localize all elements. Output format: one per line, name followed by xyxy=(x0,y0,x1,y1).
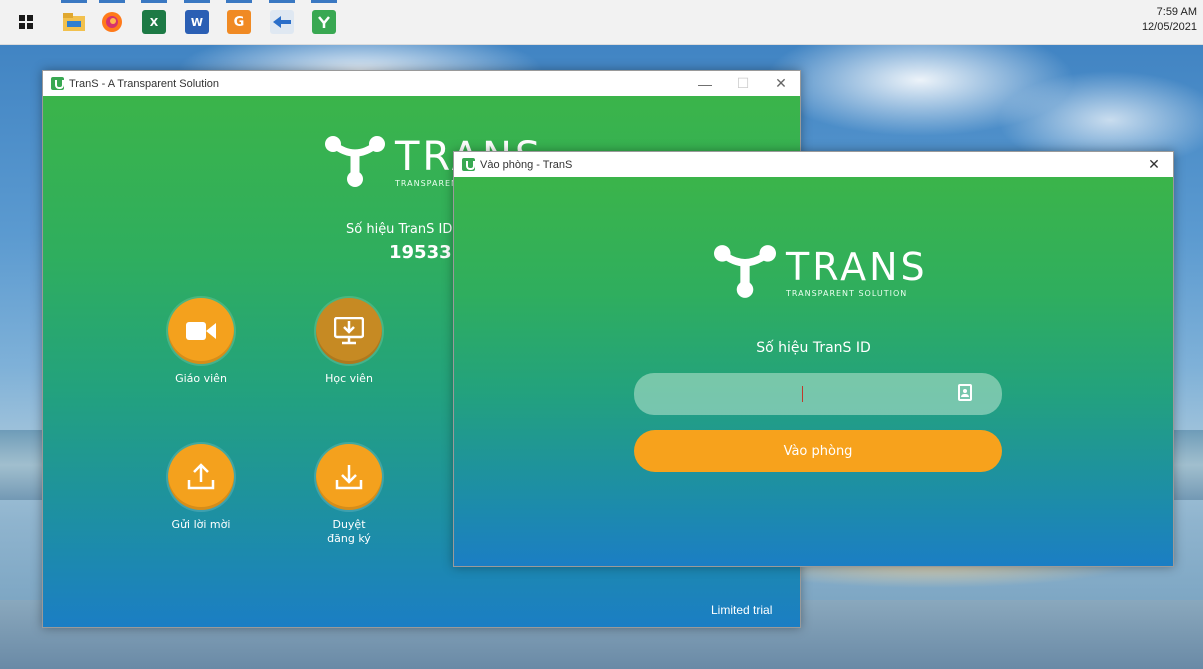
trans-logo: TRANS TRANSPARENT SOLUTION xyxy=(714,245,928,299)
dialog-id-label: Số hiệu TranS ID xyxy=(756,340,871,356)
window-controls: ✕ xyxy=(1135,152,1173,177)
trans-logo-icon xyxy=(462,158,475,171)
taskbar-active-indicator xyxy=(311,0,337,3)
trial-status: Limited trial xyxy=(711,603,773,617)
word-icon[interactable]: W xyxy=(185,10,209,34)
join-room-dialog: Vào phòng - TranS ✕ TRANS TRANSPARENT SO… xyxy=(453,151,1174,567)
foxit-icon[interactable]: G xyxy=(227,10,251,34)
contact-card-icon[interactable] xyxy=(958,384,972,401)
join-room-button[interactable]: Vào phòng xyxy=(634,430,1002,472)
clock-date: 12/05/2021 xyxy=(1141,21,1197,33)
system-clock[interactable]: 7:59 AM 12/05/2021 xyxy=(1142,5,1197,35)
dialog-title: Vào phòng - TranS xyxy=(480,158,573,171)
firefox-icon[interactable] xyxy=(100,10,124,34)
tile-teacher[interactable]: Giáo viên xyxy=(151,298,251,386)
logo-title: TRANS xyxy=(786,244,928,289)
maximize-button[interactable]: ☐ xyxy=(724,71,762,96)
download-icon xyxy=(335,465,363,490)
minimize-button[interactable]: — xyxy=(686,71,724,96)
close-button[interactable]: ✕ xyxy=(1135,152,1173,177)
taskbar-active-indicator xyxy=(269,0,295,3)
id-value: 19533 xyxy=(389,242,452,263)
approve-registration-button[interactable] xyxy=(316,444,382,510)
logo-subtitle: TRANSPARENT SOLUTION xyxy=(786,288,908,298)
trans-id-input[interactable] xyxy=(634,373,1002,415)
main-window-title: TranS - A Transparent Solution xyxy=(69,77,220,90)
dialog-content: TRANS TRANSPARENT SOLUTION Số hiệu TranS… xyxy=(454,177,1173,566)
taskbar-active-indicator xyxy=(226,0,252,3)
main-window-titlebar[interactable]: TranS - A Transparent Solution — ☐ ✕ xyxy=(43,71,800,96)
upload-icon xyxy=(187,463,215,490)
file-explorer-icon[interactable] xyxy=(62,10,86,34)
teacher-button[interactable] xyxy=(168,298,234,364)
trans-app-icon[interactable] xyxy=(312,10,336,34)
student-button[interactable] xyxy=(316,298,382,364)
tile-student[interactable]: Học viên xyxy=(299,298,399,386)
taskbar-active-indicator xyxy=(184,0,210,3)
tile-send-invite[interactable]: Gửi lời mời xyxy=(151,444,251,532)
tile-label: Gửi lời mời xyxy=(171,518,231,531)
windows-start-icon[interactable] xyxy=(14,10,38,34)
id-label: Số hiệu TranS ID xyxy=(346,222,453,237)
window-controls: — ☐ ✕ xyxy=(686,71,800,96)
send-invite-button[interactable] xyxy=(168,444,234,510)
video-camera-icon xyxy=(186,322,216,340)
teamviewer-icon[interactable] xyxy=(270,10,294,34)
taskbar-active-indicator xyxy=(61,0,87,3)
tile-label: Duyệt đăng ký xyxy=(327,518,371,545)
tile-approve-registration[interactable]: Duyệt đăng ký xyxy=(299,444,399,546)
taskbar-active-indicator xyxy=(99,0,125,3)
text-caret xyxy=(802,386,803,402)
clock-time: 7:59 AM xyxy=(1156,6,1197,18)
close-button[interactable]: ✕ xyxy=(762,71,800,96)
trans-logo-icon xyxy=(51,77,64,90)
monitor-download-icon xyxy=(334,317,364,345)
trans-logo-mark-icon xyxy=(325,136,385,187)
dialog-titlebar[interactable]: Vào phòng - TranS ✕ xyxy=(454,152,1173,177)
tile-label: Học viên xyxy=(325,372,373,385)
trans-logo-mark-icon xyxy=(714,245,776,298)
taskbar-active-indicator xyxy=(141,0,167,3)
excel-icon[interactable]: X xyxy=(142,10,166,34)
taskbar: X W G 7:59 AM 12/05/2021 xyxy=(0,0,1203,45)
tile-label: Giáo viên xyxy=(175,372,227,385)
